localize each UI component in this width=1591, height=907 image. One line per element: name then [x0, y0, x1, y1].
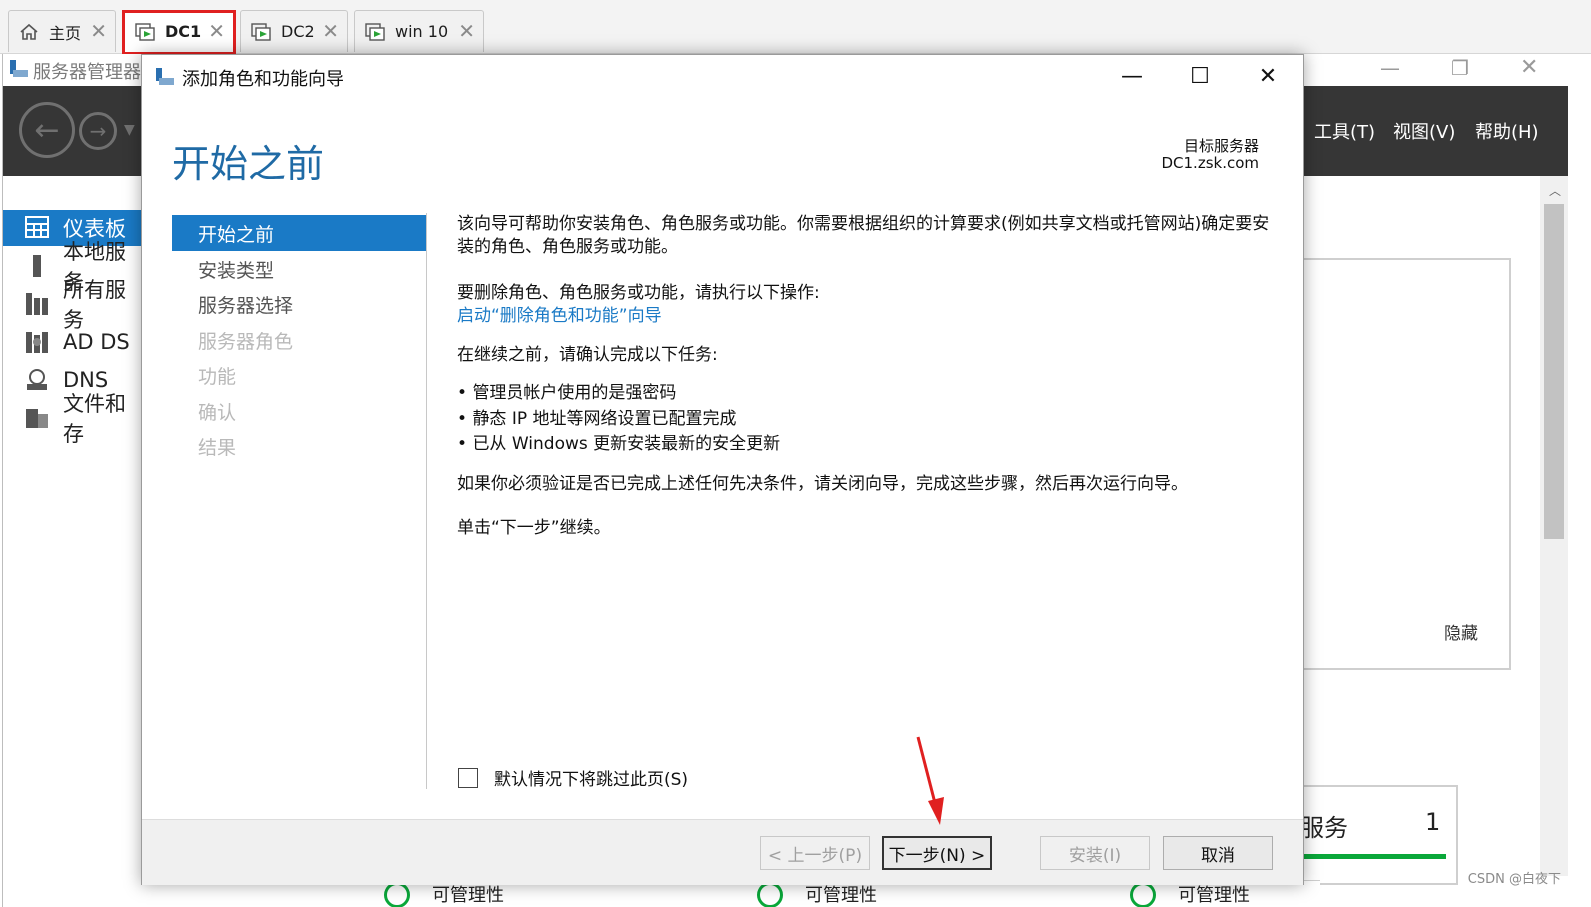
next-instruction-text: 单击“下一步”继续。 [457, 518, 611, 538]
vm-icon [365, 22, 387, 42]
skip-page-checkbox-row[interactable]: 默认情况下将跳过此页(S) [458, 765, 688, 790]
servers-icon [25, 292, 49, 316]
next-button[interactable]: 下一步(N) > [882, 836, 992, 870]
minimize-icon[interactable]: — [1112, 61, 1152, 91]
scrollbar-thumb[interactable] [1544, 204, 1564, 539]
highlight-box [122, 10, 236, 55]
vm-icon [251, 22, 273, 42]
close-icon[interactable]: ✕ [322, 19, 339, 43]
prereq-item: 已从 Windows 更新安装最新的安全更新 [457, 433, 1277, 456]
prereq-item: 静态 IP 地址等网络设置已配置完成 [457, 408, 1277, 431]
wizard-titlebar: 添加角色和功能向导 — ☐ ✕ [142, 55, 1303, 97]
dns-icon [25, 368, 49, 392]
tab-home[interactable]: 主页 ✕ [8, 10, 116, 52]
menu-help[interactable]: 帮助(H) [1475, 118, 1539, 144]
nav-label: AD DS [63, 330, 130, 354]
close-icon[interactable]: ✕ [1520, 55, 1538, 80]
step-features: 功能 [198, 365, 237, 388]
confirm-text: 在继续之前，请确认完成以下任务: [457, 345, 718, 365]
hide-link[interactable]: 隐藏 [1444, 619, 1478, 644]
services-tile-count: 1 [1425, 808, 1441, 836]
welcome-panel [1300, 258, 1511, 670]
tab-dc2[interactable]: DC2 ✕ [240, 10, 348, 52]
tab-win10[interactable]: win 10 ✕ [354, 10, 484, 52]
step-results: 结果 [198, 436, 237, 459]
verify-text: 如果你必须验证是否已完成上述任何先决条件，请关闭向导，完成这些步骤，然后再次运行… [457, 474, 1188, 494]
close-icon[interactable]: ✕ [90, 19, 107, 43]
server-manager-title: 服务器管理器 [33, 62, 141, 83]
status-ok-icon [1130, 882, 1156, 907]
status-ok-icon [757, 882, 783, 907]
intro-text: 该向导可帮助你安装角色、角色服务或功能。你需要根据组织的计算要求(例如共享文档或… [457, 214, 1270, 257]
status-bar [1300, 854, 1446, 859]
annotation-arrow-icon [916, 736, 944, 825]
maximize-icon[interactable]: ☐ [1180, 61, 1220, 91]
vm-tab-bar: 主页 ✕ DC1 ✕ DC2 ✕ win 10 ✕ [0, 0, 1591, 54]
step-server-roles: 服务器角色 [198, 330, 294, 353]
ad-ds-icon [25, 330, 49, 354]
step-installation-type[interactable]: 安装类型 [172, 251, 426, 287]
tab-label: 主页 [49, 23, 82, 43]
tab-label: win 10 [395, 22, 449, 41]
chevron-up-icon[interactable]: ︿ [1549, 182, 1561, 199]
minimize-icon[interactable]: — [1380, 56, 1400, 80]
divider [426, 213, 427, 789]
chevron-down-icon[interactable]: ▼ [124, 122, 135, 138]
scrollbar[interactable]: ︿ [1540, 176, 1568, 876]
skip-page-checkbox[interactable] [458, 767, 478, 788]
nav-item-all-servers[interactable]: 所有服务 [3, 278, 143, 332]
services-tile-label: 服务 [1300, 814, 1348, 842]
forward-icon[interactable]: → [79, 112, 117, 150]
dashboard-icon [25, 216, 49, 240]
server-icon [25, 254, 49, 278]
nav-item-ad-ds[interactable]: AD DS [3, 324, 143, 360]
restore-icon[interactable]: ❐ [1451, 56, 1469, 80]
nav-label: 文件和存 [63, 392, 126, 446]
close-icon[interactable]: ✕ [1248, 61, 1288, 91]
menu-tools[interactable]: 工具(T) [1314, 118, 1375, 144]
add-roles-wizard-dialog: 添加角色和功能向导 — ☐ ✕ 开始之前 目标服务器 DC1.zsk.com 开… [141, 54, 1304, 885]
back-icon[interactable]: ← [19, 102, 75, 158]
file-storage-icon [25, 406, 49, 430]
menu-view[interactable]: 视图(V) [1393, 118, 1455, 144]
cancel-button[interactable]: 取消 [1163, 836, 1273, 870]
close-icon[interactable]: ✕ [458, 19, 475, 43]
step-before-you-begin[interactable]: 开始之前 [172, 215, 426, 251]
wizard-footer: < 上一步(P) 下一步(N) > 安装(I) 取消 [142, 819, 1303, 885]
skip-page-label: 默认情况下将跳过此页(S) [494, 770, 689, 790]
nav-item-file-storage[interactable]: 文件和存 [3, 392, 143, 446]
remove-roles-link[interactable]: 启动“删除角色和功能”向导 [457, 305, 1277, 328]
watermark: CSDN @白夜下 [1467, 872, 1561, 887]
home-icon [19, 22, 41, 42]
step-confirmation: 确认 [198, 401, 237, 424]
install-button[interactable]: 安装(I) [1040, 836, 1150, 870]
server-manager-nav: 仪表板 本地服务 所有服务 AD DS DNS 文件和存 [3, 176, 143, 907]
page-title: 开始之前 [172, 142, 325, 186]
wizard-title: 添加角色和功能向导 [182, 69, 344, 90]
server-manager-icon [8, 58, 30, 84]
prereq-item: 管理员帐户使用的是强密码 [457, 382, 1277, 405]
remove-text: 要删除角色、角色服务或功能，请执行以下操作: [457, 283, 820, 303]
target-server-value: DC1.zsk.com [1161, 154, 1259, 172]
target-server-label: 目标服务器 [1183, 137, 1259, 155]
tab-label: DC2 [281, 22, 315, 41]
previous-button[interactable]: < 上一步(P) [760, 836, 870, 870]
status-ok-icon [384, 882, 410, 907]
wizard-icon [154, 67, 176, 87]
step-server-selection[interactable]: 服务器选择 [172, 286, 426, 322]
